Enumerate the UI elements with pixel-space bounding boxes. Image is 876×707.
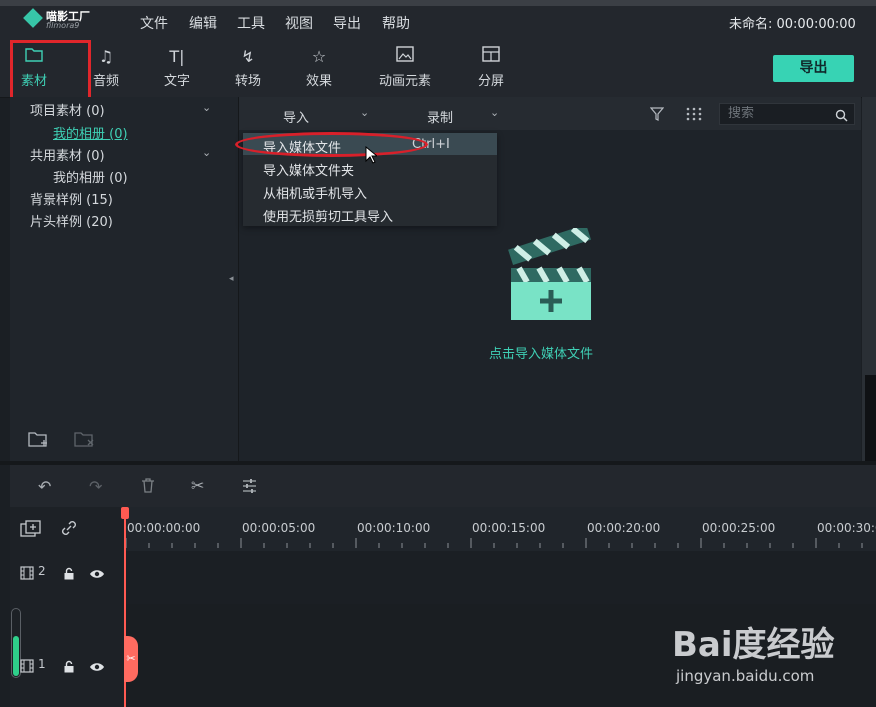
library-intro-samples[interactable]: 片头样例 (20) <box>30 211 113 230</box>
ruler-ticks <box>125 538 863 548</box>
menu-export[interactable]: 导出 <box>333 13 361 33</box>
menu-tools[interactable]: 工具 <box>237 13 265 33</box>
timecode-tick: 00:00:00:00 <box>127 521 201 535</box>
link-icon[interactable] <box>60 519 78 541</box>
film-track-icon <box>20 565 34 584</box>
tab-effects[interactable]: ☆ 效果 <box>289 46 349 89</box>
mouse-cursor-icon <box>365 145 379 168</box>
highlight-ellipse-annotation <box>235 132 428 157</box>
tab-effects-label: 效果 <box>305 74 332 89</box>
effects-icon: ☆ <box>311 47 327 66</box>
app-logo-subname: filmora9 <box>46 21 80 30</box>
trash-icon[interactable] <box>141 478 155 497</box>
tab-split-screen[interactable]: 分屏 <box>461 46 521 89</box>
delete-folder-icon[interactable] <box>74 430 96 452</box>
project-title: 未命名: 00:00:00:00 <box>729 17 856 32</box>
menu-item-import-from-camera[interactable]: 从相机或手机导入 <box>263 183 367 202</box>
filter-icon[interactable] <box>649 106 665 125</box>
library-project-media[interactable]: 项目素材 (0) <box>30 100 105 119</box>
menu-view[interactable]: 视图 <box>285 13 313 33</box>
split-scissors-icon[interactable]: ✂ <box>124 636 138 682</box>
lock-icon[interactable] <box>63 565 75 584</box>
collapse-panel-icon[interactable]: ◂ <box>229 274 234 284</box>
film-track-icon <box>20 658 34 677</box>
library-shared-album[interactable]: 我的相册 (0) <box>53 167 128 186</box>
add-track-icon[interactable] <box>20 520 42 542</box>
clapperboard-add-icon[interactable] <box>505 224 597 328</box>
timeline-toolbar <box>10 465 876 507</box>
empty-state-label[interactable]: 点击导入媒体文件 <box>489 343 593 362</box>
menu-edit[interactable]: 编辑 <box>189 13 217 33</box>
watermark-logo: Bai度经验 <box>672 625 835 665</box>
import-dropdown-label[interactable]: 导入 <box>283 107 309 126</box>
scissors-icon[interactable]: ✂ <box>191 476 204 495</box>
menu-help[interactable]: 帮助 <box>382 13 410 33</box>
track-number: 2 <box>38 564 46 578</box>
chevron-down-icon[interactable]: ⌄ <box>490 106 499 119</box>
chevron-down-icon[interactable]: ⌄ <box>202 101 211 114</box>
record-dropdown-label[interactable]: 录制 <box>427 107 453 126</box>
chevron-down-icon[interactable]: ⌄ <box>360 106 369 119</box>
export-button[interactable]: 导出 <box>773 55 854 82</box>
tab-elements[interactable]: 动画元素 <box>375 46 435 89</box>
menu-item-import-lossless-cut[interactable]: 使用无损剪切工具导入 <box>263 206 393 225</box>
scrollbar-thumb[interactable] <box>865 375 876 463</box>
active-tab-highlight-box <box>10 40 91 100</box>
adjust-icon[interactable] <box>242 478 257 497</box>
undo-icon[interactable]: ↶ <box>38 477 51 496</box>
tab-split-screen-label: 分屏 <box>477 74 504 89</box>
track-number: 1 <box>38 657 46 671</box>
eye-icon[interactable] <box>89 565 105 584</box>
grid-view-icon[interactable] <box>686 106 702 125</box>
lock-icon[interactable] <box>63 658 75 677</box>
watermark-url: jingyan.baidu.com <box>676 667 815 685</box>
library-my-album[interactable]: 我的相册 (0) <box>53 123 128 142</box>
search-icon[interactable] <box>835 107 848 126</box>
split-screen-icon <box>461 46 521 68</box>
tab-text[interactable]: T| 文字 <box>147 46 207 89</box>
timecode-tick: 00:00:10:00 <box>357 521 431 535</box>
image-icon <box>375 46 435 68</box>
search-input[interactable] <box>728 106 828 121</box>
new-folder-icon[interactable] <box>28 430 50 452</box>
timecode-tick: 00:00:05:00 <box>242 521 316 535</box>
volume-level <box>13 636 19 676</box>
chevron-down-icon[interactable]: ⌄ <box>202 146 211 159</box>
redo-icon[interactable]: ↷ <box>89 477 102 496</box>
video-track-2[interactable] <box>124 551 876 604</box>
timecode-tick: 00:00:30:00 <box>817 521 876 535</box>
menu-item-import-media-folder[interactable]: 导入媒体文件夹 <box>263 160 354 179</box>
tab-transition[interactable]: ↯ 转场 <box>218 46 278 89</box>
eye-icon[interactable] <box>89 658 105 677</box>
transition-icon: ↯ <box>241 47 255 66</box>
playhead-handle[interactable] <box>121 507 129 519</box>
window-top-strip <box>0 0 876 6</box>
library-shared-media[interactable]: 共用素材 (0) <box>30 145 105 164</box>
timecode-tick: 00:00:25:00 <box>702 521 776 535</box>
menu-file[interactable]: 文件 <box>140 13 168 33</box>
timecode-tick: 00:00:15:00 <box>472 521 546 535</box>
timecode-tick: 00:00:20:00 <box>587 521 661 535</box>
text-icon: T| <box>169 47 185 66</box>
tab-elements-label: 动画元素 <box>378 74 431 89</box>
tab-transition-label: 转场 <box>234 74 261 89</box>
tab-text-label: 文字 <box>163 74 190 89</box>
library-background-samples[interactable]: 背景样例 (15) <box>30 189 113 208</box>
